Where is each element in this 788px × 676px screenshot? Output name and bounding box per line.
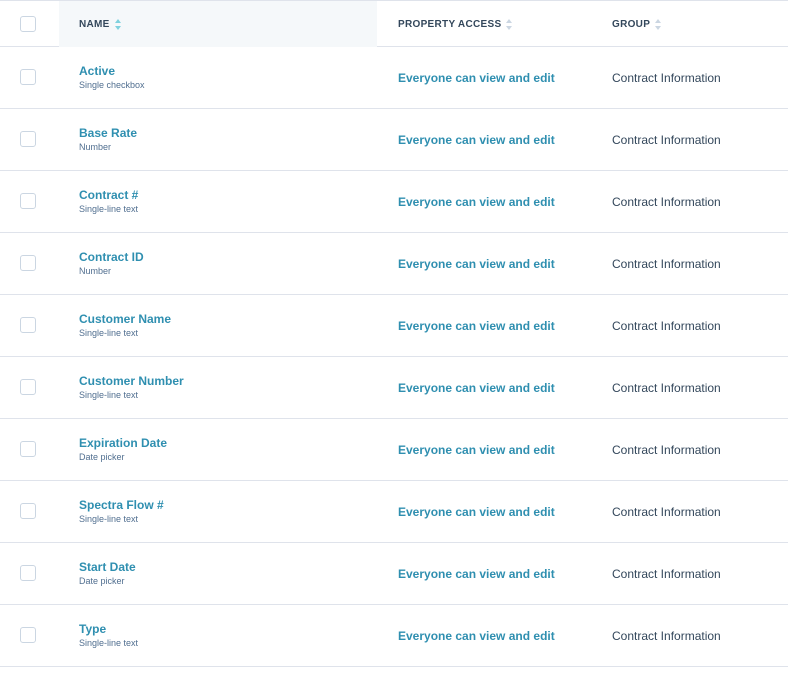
table-row: Contract ID Number Everyone can view and… <box>0 233 788 295</box>
row-checkbox[interactable] <box>20 69 36 85</box>
name-column-header[interactable]: NAME <box>79 1 121 47</box>
property-name-cell: Type Single-line text <box>79 622 138 649</box>
property-type-label: Single-line text <box>79 204 139 214</box>
property-access-link[interactable]: Everyone can view and edit <box>398 381 555 395</box>
row-checkbox[interactable] <box>20 193 36 209</box>
property-name-link[interactable]: Customer Name <box>79 312 171 326</box>
property-name-link[interactable]: Start Date <box>79 560 136 574</box>
property-name-link[interactable]: Contract ID <box>79 250 144 264</box>
select-all-checkbox[interactable] <box>20 16 36 32</box>
group-column-header[interactable]: GROUP <box>612 1 662 47</box>
property-access-column-header[interactable]: PROPERTY ACCESS <box>398 1 513 47</box>
table-row: Start Date Date picker Everyone can view… <box>0 543 788 605</box>
table-row: Type Single-line text Everyone can view … <box>0 605 788 667</box>
property-name-link[interactable]: Spectra Flow # <box>79 498 164 512</box>
property-access-column-label: PROPERTY ACCESS <box>398 18 502 30</box>
property-name-link[interactable]: Base Rate <box>79 126 137 140</box>
property-type-label: Single-line text <box>79 638 139 648</box>
property-name-link[interactable]: Customer Number <box>79 374 184 388</box>
property-type-label: Single-line text <box>79 514 139 524</box>
property-group-label: Contract Information <box>612 629 721 643</box>
property-group-label: Contract Information <box>612 567 721 581</box>
row-checkbox[interactable] <box>20 379 36 395</box>
row-checkbox[interactable] <box>20 441 36 457</box>
table-body: Active Single checkbox Everyone can view… <box>0 47 788 667</box>
property-type-label: Number <box>79 266 112 276</box>
table-row: Spectra Flow # Single-line text Everyone… <box>0 481 788 543</box>
property-name-link[interactable]: Expiration Date <box>79 436 167 450</box>
property-name-cell: Contract ID Number <box>79 250 144 277</box>
property-name-cell: Active Single checkbox <box>79 64 145 91</box>
property-type-label: Single-line text <box>79 328 139 338</box>
sort-icon <box>114 18 121 30</box>
property-group-label: Contract Information <box>612 257 721 271</box>
property-group-label: Contract Information <box>612 381 721 395</box>
properties-table: NAME PROPERTY ACCESS GROUP Active Single… <box>0 0 788 667</box>
property-type-label: Single checkbox <box>79 80 145 90</box>
property-group-label: Contract Information <box>612 443 721 457</box>
property-access-link[interactable]: Everyone can view and edit <box>398 319 555 333</box>
property-name-link[interactable]: Active <box>79 64 145 78</box>
group-column-label: GROUP <box>612 18 651 30</box>
property-name-cell: Start Date Date picker <box>79 560 136 587</box>
sort-icon <box>506 18 513 30</box>
name-column-label: NAME <box>79 18 110 30</box>
row-checkbox[interactable] <box>20 627 36 643</box>
property-type-label: Date picker <box>79 452 125 462</box>
property-group-label: Contract Information <box>612 195 721 209</box>
table-row: Expiration Date Date picker Everyone can… <box>0 419 788 481</box>
table-header: NAME PROPERTY ACCESS GROUP <box>0 0 788 47</box>
table-row: Customer Number Single-line text Everyon… <box>0 357 788 419</box>
table-row: Contract # Single-line text Everyone can… <box>0 171 788 233</box>
property-group-label: Contract Information <box>612 319 721 333</box>
property-access-link[interactable]: Everyone can view and edit <box>398 567 555 581</box>
property-access-link[interactable]: Everyone can view and edit <box>398 133 555 147</box>
property-access-link[interactable]: Everyone can view and edit <box>398 257 555 271</box>
property-access-link[interactable]: Everyone can view and edit <box>398 505 555 519</box>
property-name-cell: Expiration Date Date picker <box>79 436 167 463</box>
property-access-link[interactable]: Everyone can view and edit <box>398 71 555 85</box>
property-name-cell: Contract # Single-line text <box>79 188 138 215</box>
row-checkbox[interactable] <box>20 317 36 333</box>
row-checkbox[interactable] <box>20 131 36 147</box>
sort-icon <box>655 18 662 30</box>
property-name-link[interactable]: Type <box>79 622 138 636</box>
row-checkbox[interactable] <box>20 565 36 581</box>
property-name-cell: Spectra Flow # Single-line text <box>79 498 164 525</box>
property-name-cell: Base Rate Number <box>79 126 137 153</box>
property-type-label: Single-line text <box>79 390 139 400</box>
property-name-link[interactable]: Contract # <box>79 188 138 202</box>
property-name-cell: Customer Number Single-line text <box>79 374 184 401</box>
property-access-link[interactable]: Everyone can view and edit <box>398 443 555 457</box>
property-type-label: Date picker <box>79 576 125 586</box>
property-group-label: Contract Information <box>612 133 721 147</box>
property-group-label: Contract Information <box>612 71 721 85</box>
property-type-label: Number <box>79 142 112 152</box>
table-row: Active Single checkbox Everyone can view… <box>0 47 788 109</box>
row-checkbox[interactable] <box>20 503 36 519</box>
property-group-label: Contract Information <box>612 505 721 519</box>
table-row: Customer Name Single-line text Everyone … <box>0 295 788 357</box>
property-access-link[interactable]: Everyone can view and edit <box>398 195 555 209</box>
row-checkbox[interactable] <box>20 255 36 271</box>
property-access-link[interactable]: Everyone can view and edit <box>398 629 555 643</box>
property-name-cell: Customer Name Single-line text <box>79 312 171 339</box>
table-row: Base Rate Number Everyone can view and e… <box>0 109 788 171</box>
